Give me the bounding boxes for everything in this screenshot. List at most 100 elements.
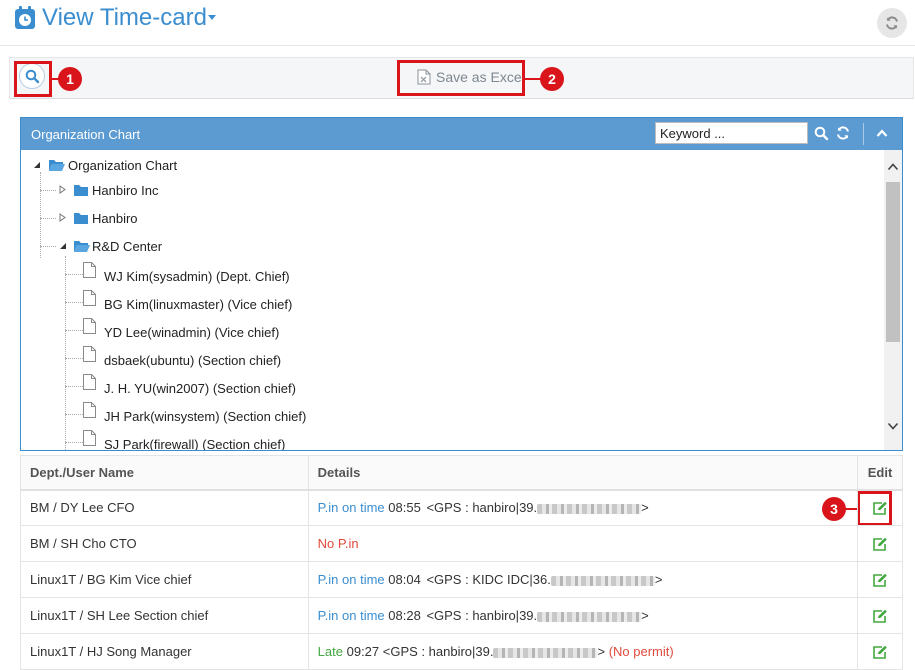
tree-guide — [40, 246, 56, 247]
table-row: BM / DY Lee CFO P.in on time 08:55 <GPS … — [20, 489, 903, 526]
status-text: P.in on time — [317, 572, 385, 587]
tree-label-member: WJ Kim(sysadmin) (Dept. Chief) — [104, 269, 290, 284]
redacted-coordinates — [537, 503, 642, 514]
column-header-name[interactable]: Dept./User Name — [20, 455, 309, 491]
gps-end: > — [597, 644, 606, 659]
callout-number-1: 1 — [58, 67, 82, 91]
redacted-coordinates — [493, 647, 598, 658]
table-row: Linux1T / HJ Song Manager Late 09:27 <GP… — [20, 633, 903, 670]
punch-time: 08:28 — [388, 608, 421, 623]
tree-guide — [65, 386, 83, 387]
tree-node-member[interactable]: SJ Park(firewall) (Section chief) — [83, 430, 383, 450]
organization-chart-title: Organization Chart — [31, 127, 141, 142]
edit-icon[interactable] — [872, 573, 888, 588]
user-name-cell: BM / SH Cho CTO — [20, 525, 309, 562]
status-text: Late — [317, 644, 343, 659]
document-icon — [83, 402, 96, 418]
document-icon — [83, 262, 96, 278]
document-icon — [83, 318, 96, 334]
gps-end: > — [654, 572, 663, 587]
gps-text: <GPS : KIDC IDC|36. — [426, 572, 551, 587]
tree-guide — [65, 414, 83, 415]
edit-icon[interactable] — [872, 501, 888, 516]
collapsed-triangle-icon[interactable] — [59, 185, 66, 194]
tree-node-member[interactable]: YD Lee(winadmin) (Vice chief) — [83, 318, 383, 344]
caret-down-icon[interactable] — [206, 14, 218, 22]
tree-node-group[interactable]: R&D Center — [57, 236, 257, 258]
user-name-cell: Linux1T / BG Kim Vice chief — [20, 561, 309, 598]
user-name-cell: BM / DY Lee CFO — [20, 489, 309, 526]
edit-icon[interactable] — [872, 537, 888, 552]
punch-time: 09:27 — [346, 644, 380, 659]
punch-time: 08:04 — [388, 572, 421, 587]
tree-label-member: SJ Park(firewall) (Section chief) — [104, 437, 286, 450]
tree-node-root[interactable]: Organization Chart — [31, 155, 231, 177]
scrollbar-thumb[interactable] — [886, 182, 900, 342]
tree-scrollbar[interactable] — [884, 150, 902, 450]
details-cell: P.in on time 08:28 <GPS : hanbiro|39. > — [307, 597, 859, 634]
expanded-triangle-icon[interactable] — [33, 161, 41, 169]
document-icon — [83, 346, 96, 362]
refresh-icon[interactable] — [836, 126, 850, 140]
user-name-cell: Linux1T / HJ Song Manager — [20, 633, 309, 670]
tree-guide — [40, 218, 56, 219]
timecard-table: Dept./User Name Details Edit BM / DY Lee… — [20, 455, 903, 670]
organization-tree: Organization Chart Hanbiro Inc Hanbiro R… — [21, 150, 884, 450]
tree-node-member[interactable]: J. H. YU(win2007) (Section chief) — [83, 374, 383, 400]
chevron-down-icon[interactable] — [887, 422, 899, 431]
refresh-icon — [886, 16, 898, 30]
tree-node-group[interactable]: Hanbiro — [57, 208, 257, 230]
tree-node-member[interactable]: JH Park(winsystem) (Section chief) — [83, 402, 383, 428]
table-row: Linux1T / SH Lee Section chief P.in on t… — [20, 597, 903, 634]
folder-icon — [74, 185, 88, 196]
tree-node-member[interactable]: BG Kim(linuxmaster) (Vice chief) — [83, 290, 383, 316]
callout-box-2 — [397, 60, 525, 96]
expanded-triangle-icon[interactable] — [59, 242, 67, 250]
chevron-up-icon[interactable] — [876, 128, 888, 138]
details-cell: P.in on time 08:55 <GPS : hanbiro|39. > — [307, 489, 859, 526]
table-row: BM / SH Cho CTO No P.in — [20, 525, 903, 562]
tree-label-group: Hanbiro — [92, 211, 138, 226]
redacted-coordinates — [537, 611, 642, 622]
organization-chart-header: Organization Chart — [21, 118, 902, 150]
page-title[interactable]: View Time-card — [42, 4, 207, 32]
tree-node-member[interactable]: WJ Kim(sysadmin) (Dept. Chief) — [83, 262, 383, 288]
gps-end: > — [641, 608, 649, 623]
folder-open-icon — [74, 241, 90, 252]
table-header-row: Dept./User Name Details Edit — [20, 455, 903, 491]
column-header-details[interactable]: Details — [307, 455, 859, 491]
search-icon[interactable] — [814, 126, 829, 141]
keyword-input[interactable] — [655, 122, 808, 144]
folder-open-icon — [49, 160, 65, 171]
tree-label-member: J. H. YU(win2007) (Section chief) — [104, 381, 296, 396]
edit-icon[interactable] — [872, 645, 888, 660]
tree-label-member: BG Kim(linuxmaster) (Vice chief) — [104, 297, 293, 312]
gps-text: <GPS : hanbiro|39. — [426, 500, 538, 516]
status-text: P.in on time — [317, 500, 385, 516]
tree-guide — [65, 358, 83, 359]
user-name-cell: Linux1T / SH Lee Section chief — [20, 597, 309, 634]
edit-cell — [857, 489, 903, 526]
tree-guide — [65, 256, 66, 450]
collapsed-triangle-icon[interactable] — [59, 213, 66, 222]
gps-end: > — [641, 500, 649, 516]
edit-icon[interactable] — [872, 609, 888, 624]
edit-cell — [857, 561, 903, 598]
folder-icon — [74, 213, 88, 224]
tree-guide — [65, 442, 83, 443]
document-icon — [83, 290, 96, 306]
chevron-up-icon[interactable] — [887, 162, 899, 171]
tree-node-group[interactable]: Hanbiro Inc — [57, 180, 257, 202]
refresh-button[interactable] — [877, 8, 907, 38]
punch-time: 08:55 — [388, 500, 421, 516]
document-icon — [83, 374, 96, 390]
tree-node-member[interactable]: dsbaek(ubuntu) (Section chief) — [83, 346, 383, 372]
status-text: P.in on time — [317, 608, 385, 623]
permit-note: (No permit) — [608, 644, 674, 659]
gps-text: <GPS : hanbiro|39. — [382, 644, 494, 659]
details-cell: P.in on time 08:04 <GPS : KIDC IDC|36. > — [307, 561, 859, 598]
tree-label-root: Organization Chart — [68, 158, 178, 173]
callout-line-2 — [525, 78, 541, 80]
clock-icon — [15, 6, 35, 29]
gps-text: <GPS : hanbiro|39. — [426, 608, 538, 623]
